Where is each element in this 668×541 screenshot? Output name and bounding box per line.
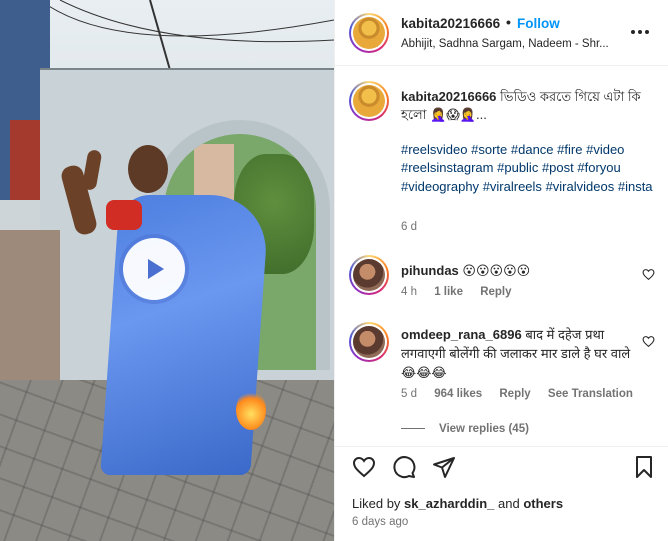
- hashtag-link[interactable]: #reelsinstagram: [401, 160, 494, 175]
- bookmark-icon[interactable]: [632, 455, 656, 479]
- play-icon: [148, 259, 164, 279]
- fire-flame: [236, 390, 266, 430]
- hashtag-link[interactable]: #reelsvideo: [401, 142, 468, 157]
- liked-others[interactable]: others: [523, 496, 563, 511]
- caption-time: 6 d: [401, 221, 417, 233]
- comment-likes[interactable]: 964 likes: [434, 388, 482, 400]
- video-left-wall: [0, 230, 60, 390]
- comment-heart-icon[interactable]: [642, 268, 655, 281]
- hashtag-link[interactable]: #insta: [618, 179, 653, 194]
- post-actions: Liked by sk_azharddin_ and others 6 days…: [335, 446, 668, 541]
- comment-avatar[interactable]: [349, 322, 389, 362]
- play-button[interactable]: [123, 238, 185, 300]
- hashtag-link[interactable]: #viralvideos: [546, 179, 615, 194]
- hashtag-link[interactable]: #viralreels: [483, 179, 542, 194]
- share-icon[interactable]: [432, 455, 456, 479]
- comment-meta: 5 d 964 likes Reply See Translation: [401, 388, 647, 400]
- see-translation-button[interactable]: See Translation: [548, 388, 633, 400]
- hashtag-link[interactable]: #fire: [557, 142, 582, 157]
- hashtag-list: #reelsvideo #sorte #dance #fire #video #…: [401, 141, 656, 196]
- hashtag-link[interactable]: #dance: [511, 142, 554, 157]
- comments-scroll[interactable]: kabita20216666 ভিডিও করতে গিয়ে এটা কি হ…: [335, 67, 668, 445]
- comment-body: omdeep_rana_6896 बाद में दहेज प्रथा लगवा…: [401, 325, 633, 382]
- comment-likes[interactable]: 1 like: [434, 286, 463, 298]
- hashtag-link[interactable]: #videography: [401, 179, 479, 194]
- author-avatar[interactable]: [349, 13, 389, 53]
- person-saree: [100, 195, 270, 475]
- comment-text: 😮😮😮😮😮: [462, 263, 531, 278]
- comment-meta: 4 h 1 like Reply: [401, 286, 526, 298]
- person-blouse: [106, 200, 142, 230]
- liked-and: and: [498, 496, 520, 511]
- reel-video[interactable]: [0, 0, 334, 541]
- comment-icon[interactable]: [392, 455, 416, 479]
- caption-avatar[interactable]: [349, 81, 389, 121]
- comment-reply-button[interactable]: Reply: [480, 286, 511, 298]
- liked-prefix: Liked by: [352, 496, 401, 511]
- liked-user[interactable]: sk_azharddin_: [404, 496, 494, 511]
- post-time: 6 days ago: [352, 516, 409, 528]
- view-replies-label[interactable]: View replies (45): [439, 423, 529, 435]
- view-replies-button[interactable]: View replies (45): [401, 423, 529, 435]
- hashtag-link[interactable]: #post: [542, 160, 574, 175]
- comment-avatar[interactable]: [349, 255, 389, 295]
- post-caption: kabita20216666 ভিডিও করতে গিয়ে এটা কি হ…: [401, 88, 651, 124]
- comment-username[interactable]: omdeep_rana_6896: [401, 327, 522, 342]
- audio-info[interactable]: Abhijit, Sadhna Sargam, Nadeem - Shr...: [401, 38, 616, 50]
- comment-reply-button[interactable]: Reply: [499, 388, 530, 400]
- hashtag-link[interactable]: #public: [497, 160, 538, 175]
- more-options-icon[interactable]: [631, 30, 655, 38]
- post-panel: kabita20216666 • Follow Abhijit, Sadhna …: [334, 0, 668, 541]
- comment-time: 5 d: [401, 388, 417, 400]
- hashtag-link[interactable]: #foryou: [577, 160, 620, 175]
- comment-body: pihundas 😮😮😮😮😮: [401, 261, 633, 280]
- author-username[interactable]: kabita20216666: [401, 16, 500, 31]
- replies-divider: [401, 428, 425, 430]
- caption-username[interactable]: kabita20216666: [401, 89, 496, 104]
- hashtag-link[interactable]: #video: [586, 142, 624, 157]
- comment-heart-icon[interactable]: [642, 335, 655, 348]
- hashtag-link[interactable]: #sorte: [471, 142, 507, 157]
- follow-button[interactable]: Follow: [517, 16, 560, 31]
- heart-icon[interactable]: [352, 455, 376, 479]
- liked-by: Liked by sk_azharddin_ and others: [352, 496, 563, 511]
- comment-username[interactable]: pihundas: [401, 263, 459, 278]
- post-header: kabita20216666 • Follow Abhijit, Sadhna …: [335, 0, 668, 66]
- comment-time: 4 h: [401, 286, 417, 298]
- person-head: [128, 145, 168, 193]
- header-separator: •: [506, 14, 511, 30]
